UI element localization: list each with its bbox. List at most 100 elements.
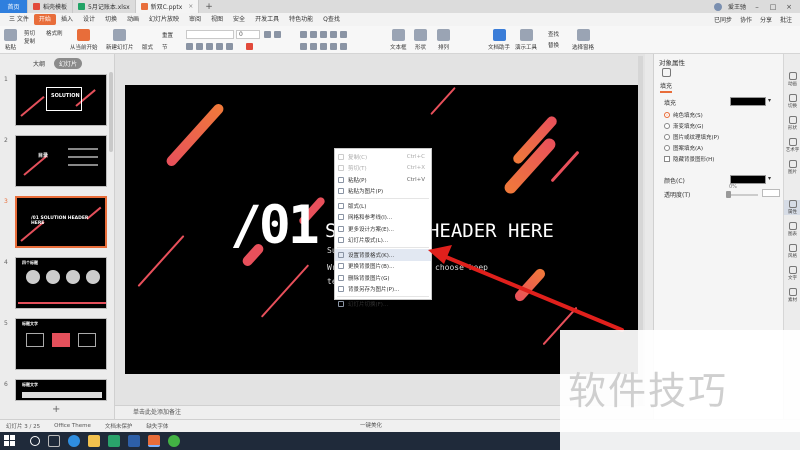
shapes-button[interactable]: 形状 (414, 29, 427, 51)
menu-item-change-background-image[interactable]: 更换背景图片(B)... (335, 261, 431, 273)
menu-item-paste-as-picture[interactable]: 粘贴为图片(P) (335, 186, 431, 198)
strip-transition[interactable]: 切换 (784, 94, 800, 109)
italic-icon[interactable] (196, 43, 203, 50)
menu-view[interactable]: 视图 (206, 14, 228, 25)
thumbnail-scrollbar[interactable] (109, 72, 113, 152)
align-right-icon[interactable] (320, 43, 327, 50)
strip-text[interactable]: 文字 (784, 266, 800, 281)
reset-button[interactable]: 重置 (162, 31, 173, 39)
new-slide-button[interactable]: 新建幻灯片 (106, 29, 134, 51)
menu-home[interactable]: 开始 (33, 14, 56, 25)
layout-button[interactable]: 版式 (142, 43, 153, 51)
strikethrough-icon[interactable] (216, 43, 223, 50)
slide-thumbnail-2[interactable]: 目录 (15, 135, 107, 187)
increase-font-icon[interactable] (264, 31, 271, 38)
fill-bucket-icon[interactable] (662, 68, 671, 77)
menu-file[interactable]: 三 文件 (4, 14, 34, 25)
windows-start-icon[interactable] (4, 435, 16, 447)
minimize-icon[interactable]: – (752, 3, 762, 11)
comment-button[interactable]: 批注 (780, 15, 792, 24)
menu-item-more-designs[interactable]: 更多设计方案(E)... (335, 223, 431, 235)
section-button[interactable]: 节 (162, 43, 168, 51)
menu-item-paste[interactable]: 粘贴(P) Ctrl+V (335, 174, 431, 186)
textbox-button[interactable]: 文本框 (390, 29, 407, 51)
slide-body-text[interactable]: choose keep (435, 263, 488, 272)
chevron-down-icon[interactable]: ▾ (768, 97, 771, 104)
menu-item-format-background[interactable]: 设置背景格式(K)... (335, 249, 431, 261)
select-pane-button[interactable]: 选择窗格 (572, 29, 594, 51)
menu-item-cut[interactable]: 剪切(T) Ctrl+X (335, 163, 431, 175)
tab-home[interactable]: 首页 (0, 0, 28, 13)
align-center-icon[interactable] (310, 43, 317, 50)
menu-item-grid-guides[interactable]: 网格和参考线(I)... (335, 212, 431, 224)
radio-picture-fill[interactable]: 图片或纹理填充(P) (664, 133, 719, 141)
slide-number-title[interactable]: /01 (230, 195, 320, 256)
numbered-list-icon[interactable] (310, 31, 317, 38)
doc-assistant-button[interactable]: 文档助手 (488, 29, 510, 51)
line-spacing-icon[interactable] (340, 31, 347, 38)
menu-item-delete-background-image[interactable]: 删除背景图片(G) (335, 272, 431, 284)
font-name-field[interactable] (186, 30, 234, 39)
close-icon[interactable]: × (188, 3, 193, 10)
wechat-icon[interactable] (168, 435, 180, 447)
tab-slides[interactable]: 幻灯片 (54, 58, 83, 69)
menu-animation[interactable]: 动画 (122, 14, 144, 25)
strip-picture[interactable]: 图片 (784, 160, 800, 175)
tab-doc-templates[interactable]: 稻壳模板 (28, 0, 74, 13)
menu-slideshow[interactable]: 幻灯片放映 (144, 14, 184, 25)
tab-presentation[interactable]: 新双C.pptx × (135, 0, 200, 13)
protect-status[interactable]: 文档未保护 (105, 422, 133, 430)
menu-search[interactable]: Q查找 (318, 14, 345, 25)
strip-properties[interactable]: 属性 (784, 200, 800, 215)
presentation-tools-button[interactable]: 演示工具 (515, 29, 537, 51)
chevron-down-icon[interactable]: ▾ (768, 175, 771, 182)
copy-button[interactable]: 复制 (24, 37, 35, 45)
task-view-icon[interactable] (48, 435, 60, 447)
menu-item-copy[interactable]: 复制(C) Ctrl+C (335, 151, 431, 163)
indent-icon[interactable] (320, 31, 327, 38)
align-left-icon[interactable] (300, 43, 307, 50)
close-window-icon[interactable]: × (784, 3, 794, 11)
slide-thumbnail-3[interactable]: /01 SOLUTION HEADER HERE (15, 196, 107, 248)
font-size-field[interactable]: 0 (236, 30, 260, 39)
user-name[interactable]: 爱王驰 (728, 2, 746, 11)
app-green-icon[interactable] (108, 435, 120, 447)
menu-developer[interactable]: 开发工具 (250, 14, 284, 25)
find-button[interactable]: 查找 (548, 30, 559, 38)
slider-handle[interactable] (726, 191, 731, 198)
arrange-button[interactable]: 排列 (437, 29, 450, 51)
strip-animation[interactable]: 动画 (784, 72, 800, 87)
distribute-icon[interactable] (340, 43, 347, 50)
cut-button[interactable]: 剪切 (24, 29, 35, 37)
strip-chart[interactable]: 图表 (784, 222, 800, 237)
slide-thumbnail-4[interactable]: 四个标题 (15, 257, 107, 309)
menu-transition[interactable]: 切换 (100, 14, 122, 25)
bullet-list-icon[interactable] (300, 31, 307, 38)
strip-shape[interactable]: 形状 (784, 116, 800, 131)
outdent-icon[interactable] (330, 31, 337, 38)
fill-section-label[interactable]: 填充 (664, 98, 676, 107)
search-icon[interactable] (30, 436, 40, 446)
maximize-icon[interactable]: □ (768, 3, 778, 11)
new-tab-button[interactable]: + (199, 2, 219, 12)
replace-button[interactable]: 替换 (548, 41, 559, 49)
strip-wordart[interactable]: 艺术字 (784, 138, 800, 153)
decrease-font-icon[interactable] (274, 31, 281, 38)
menu-security[interactable]: 安全 (228, 14, 250, 25)
slide-thumbnail-6[interactable]: 标题文字 (15, 379, 107, 401)
format-painter-button[interactable]: 格式刷 (46, 29, 63, 37)
avatar[interactable] (713, 2, 722, 11)
tab-fill[interactable]: 填充 (660, 81, 673, 93)
menu-item-slide-transition[interactable]: 幻灯片切换(F)... (335, 298, 431, 310)
photoshop-icon[interactable] (128, 435, 140, 447)
menu-item-save-background[interactable]: 背景另存为图片(P)... (335, 284, 431, 296)
shadow-icon[interactable] (226, 43, 233, 50)
paste-button[interactable]: 粘贴 (4, 29, 17, 51)
radio-pattern-fill[interactable]: 图案填充(A) (664, 144, 703, 152)
share-button[interactable]: 分享 (760, 15, 772, 24)
menu-features[interactable]: 特色功能 (284, 14, 318, 25)
strip-style[interactable]: 风格 (784, 244, 800, 259)
font-color-icon[interactable] (246, 43, 253, 50)
edge-browser-icon[interactable] (68, 435, 80, 447)
tab-outline[interactable]: 大纲 (28, 58, 50, 69)
